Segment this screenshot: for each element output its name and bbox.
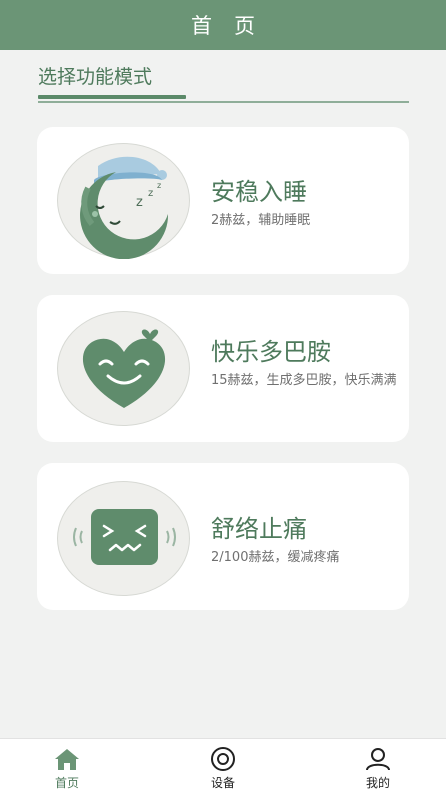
- smiling-heart-icon: [57, 311, 190, 426]
- tab-home[interactable]: 首页: [22, 739, 112, 796]
- user-icon: [366, 748, 390, 771]
- svg-text:z: z: [148, 188, 153, 199]
- svg-text:z: z: [136, 195, 143, 210]
- app-header: 首页: [0, 0, 446, 50]
- tab-label: 首页: [54, 776, 79, 790]
- mode-card-sleep[interactable]: z z z 安稳入睡 2赫兹，辅助睡眠: [37, 127, 409, 274]
- mode-card-dopamine[interactable]: 快乐多巴胺 15赫兹，生成多巴胺，快乐满满: [37, 295, 409, 442]
- pain-face-icon: [57, 481, 190, 596]
- tab-label: 我的: [365, 776, 390, 790]
- mode-title: 舒络止痛: [211, 515, 307, 543]
- tab-me[interactable]: 我的: [333, 739, 423, 796]
- section-title: 选择功能模式: [38, 66, 153, 88]
- mode-title: 安稳入睡: [211, 178, 307, 206]
- bottom-tab-bar: 首页 设备 我的: [0, 738, 446, 796]
- mode-description: 2赫兹，辅助睡眠: [211, 213, 311, 228]
- mode-description: 15赫兹，生成多巴胺，快乐满满: [211, 373, 397, 388]
- mode-title: 快乐多巴胺: [211, 338, 331, 366]
- sleeping-moon-icon: z z z: [57, 143, 190, 259]
- tab-label: 设备: [210, 776, 235, 790]
- section-title-underline: [38, 95, 186, 99]
- tab-device[interactable]: 设备: [178, 739, 268, 796]
- home-icon: [55, 749, 79, 770]
- mode-description: 2/100赫兹，缓减疼痛: [211, 550, 340, 565]
- mode-card-pain-relief[interactable]: 舒络止痛 2/100赫兹，缓减疼痛: [37, 463, 409, 610]
- section-divider: [38, 101, 409, 103]
- svg-text:z: z: [157, 181, 161, 190]
- device-icon: [211, 747, 235, 771]
- page-title: 首页: [191, 14, 277, 38]
